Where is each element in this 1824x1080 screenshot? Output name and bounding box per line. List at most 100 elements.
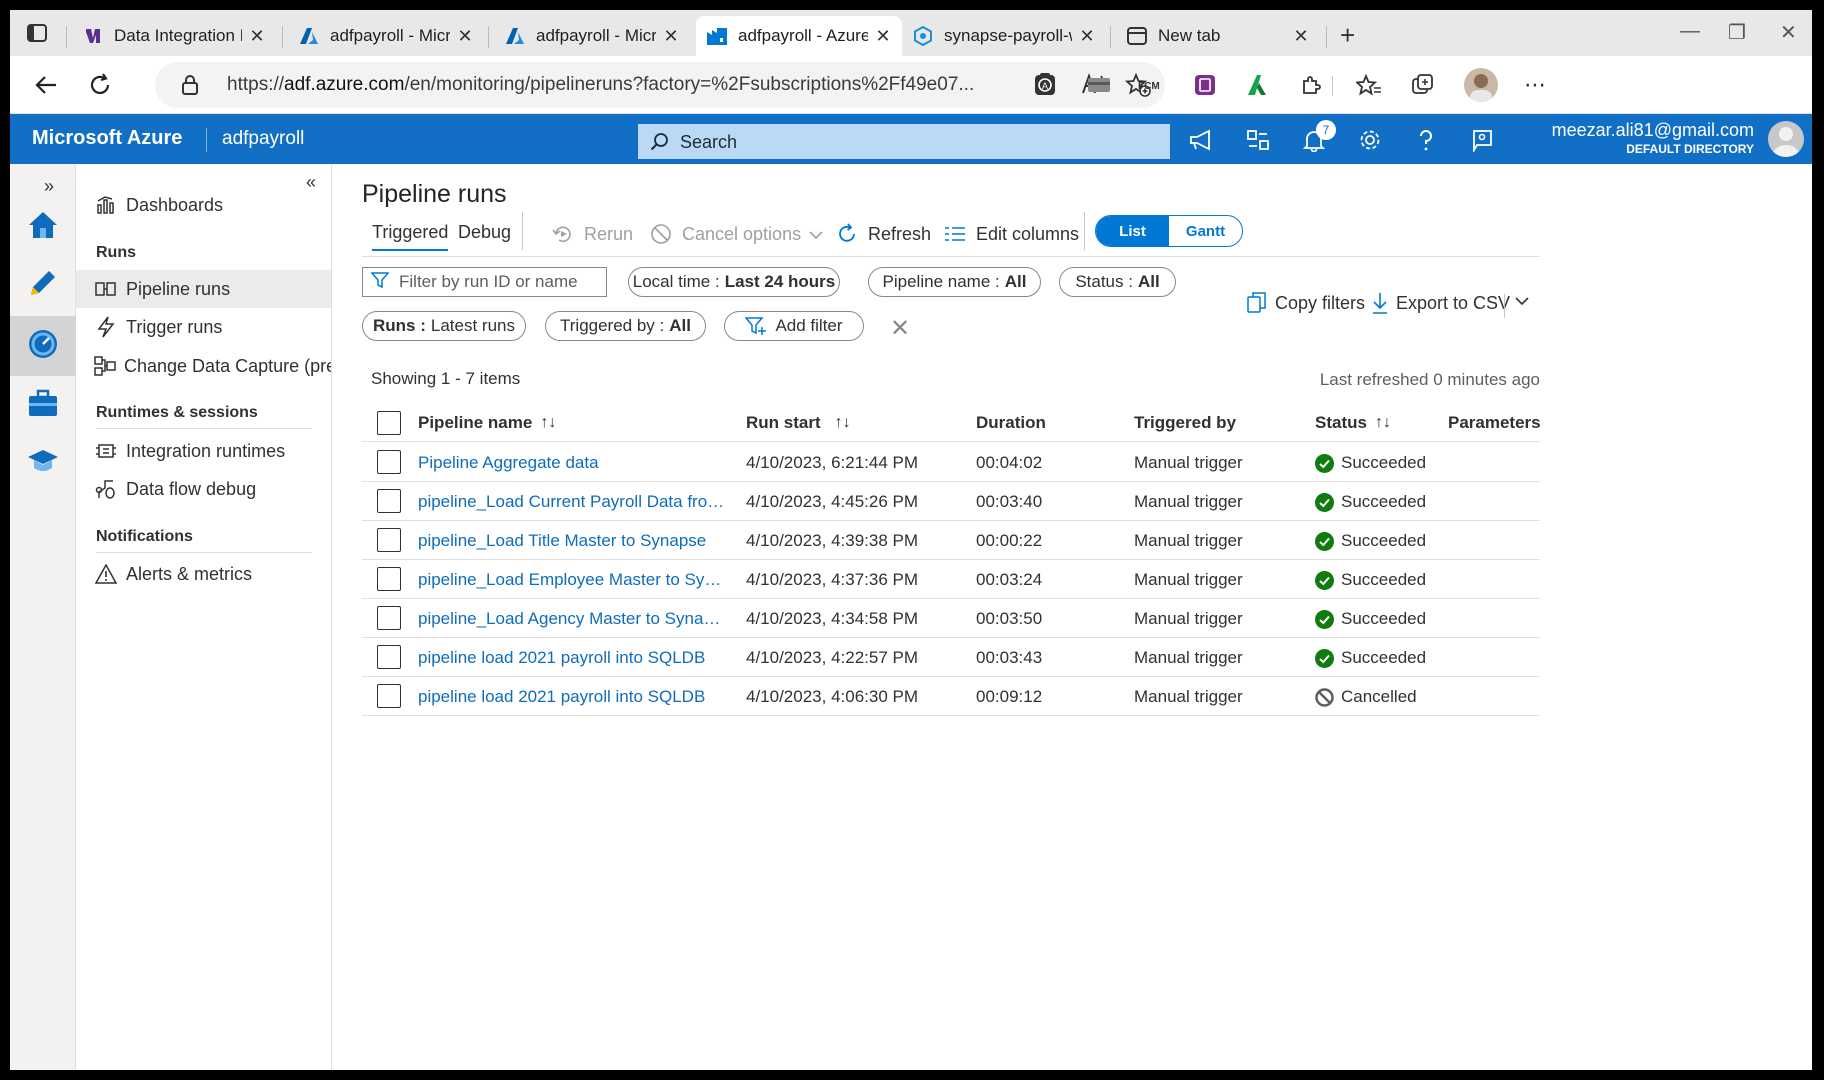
close-window-icon[interactable]: ✕ [1780,20,1797,45]
copy-filters-button[interactable]: Copy filters [1247,292,1365,314]
pipeline-name-link[interactable]: pipeline_Load Title Master to Synapse [418,531,706,551]
extensions-puzzle-icon[interactable] [1296,70,1326,100]
pipeline-name-link[interactable]: Pipeline Aggregate data [418,453,599,473]
column-triggered-by[interactable]: Triggered by [1134,413,1236,433]
extension-a-icon[interactable]: A [1030,70,1060,100]
status-cell[interactable]: Succeeded [1315,492,1426,512]
rail-monitor[interactable] [10,316,76,376]
close-tab-icon[interactable]: ✕ [1292,26,1310,47]
runs-filter-pill[interactable]: Runs : Latest runs [362,311,526,341]
minimize-icon[interactable]: — [1680,20,1700,43]
pipeline-name-link[interactable]: pipeline load 2021 payroll into SQLDB [418,648,705,668]
lock-icon[interactable] [181,75,199,100]
rail-learning[interactable] [10,434,76,492]
settings-gear-icon[interactable] [1356,126,1384,154]
pipeline-name-link[interactable]: pipeline load 2021 payroll into SQLDB [418,687,705,707]
run-filter-input[interactable] [399,272,599,292]
status-cell[interactable]: Cancelled [1315,687,1417,707]
row-checkbox[interactable] [377,528,401,552]
tab-actions-icon[interactable] [24,21,50,45]
table-row[interactable]: pipeline_Load Current Payroll Data from … [362,482,1540,521]
extension-green-a-icon[interactable] [1242,70,1272,100]
expand-rail-icon[interactable]: » [44,176,54,197]
row-checkbox[interactable] [377,606,401,630]
browser-tab[interactable]: adfpayroll - Microso ✕ [288,16,484,56]
feedback-icon[interactable] [1468,126,1496,154]
row-checkbox[interactable] [377,489,401,513]
rail-home[interactable] [10,198,76,256]
browser-tab[interactable]: adfpayroll - Microso ✕ [494,16,690,56]
column-pipeline-name[interactable]: Pipeline name ↑↓ [418,413,556,433]
browser-tab[interactable]: synapse-payroll-ws ✕ [902,16,1106,56]
row-checkbox[interactable] [377,450,401,474]
switch-directory-icon[interactable] [1244,126,1272,154]
table-row[interactable]: pipeline_Load Agency Master to Synapse 4… [362,599,1540,638]
profile-avatar[interactable] [1464,68,1498,102]
refresh-icon[interactable] [84,69,116,101]
local-time-filter-pill[interactable]: Local time : Last 24 hours [628,267,840,297]
table-row[interactable]: Pipeline Aggregate data 4/10/2023, 6:21:… [362,443,1540,482]
clear-filters-icon[interactable]: ✕ [890,314,910,343]
new-tab-plus-icon[interactable]: + [1340,20,1355,51]
status-filter-pill[interactable]: Status : All [1059,267,1176,297]
status-cell[interactable]: Succeeded [1315,609,1426,629]
pipeline-name-link[interactable]: pipeline_Load Agency Master to Synapse [418,609,728,629]
table-row[interactable]: pipeline_Load Title Master to Synapse 4/… [362,521,1540,560]
tab-debug[interactable]: Debug [458,222,511,243]
nav-change-data-capture[interactable]: Change Data Capture (previ... [76,347,331,385]
table-row[interactable]: pipeline_Load Employee Master to Synpase… [362,560,1540,599]
collections-icon[interactable] [1408,70,1438,100]
status-cell[interactable]: Succeeded [1315,531,1426,551]
extension-card-icon[interactable] [1084,70,1114,100]
back-arrow-icon[interactable] [30,69,62,101]
sort-arrows-icon[interactable]: ↑↓ [1375,414,1391,432]
close-tab-icon[interactable]: ✕ [248,26,266,47]
extension-fcm-icon[interactable]: FCM [1136,70,1166,100]
export-csv-button[interactable]: Export to CSV [1372,292,1510,314]
pipeline-name-link[interactable]: pipeline_Load Current Payroll Data from … [418,492,728,512]
refresh-button[interactable]: Refresh [836,218,931,250]
help-icon[interactable] [1412,126,1440,154]
rail-manage[interactable] [10,376,76,434]
status-cell[interactable]: Succeeded [1315,648,1426,668]
nav-integration-runtimes[interactable]: Integration runtimes [76,432,331,470]
select-all-checkbox[interactable] [377,411,401,435]
run-filter-input-box[interactable] [362,267,607,297]
gantt-view-button[interactable]: Gantt [1169,216,1242,246]
browser-tab[interactable]: Data Integration Pip ✕ [72,16,276,56]
brand-link[interactable]: Microsoft Azure [32,127,182,150]
close-tab-icon[interactable]: ✕ [456,26,474,47]
column-run-start[interactable]: Run start ↑↓ [746,413,851,433]
address-bar[interactable]: https://adf.azure.com/en/monitoring/pipe… [155,62,1165,108]
extension-onenote-icon[interactable] [1190,70,1220,100]
nav-trigger-runs[interactable]: Trigger runs [76,308,331,346]
list-view-button[interactable]: List [1096,216,1169,246]
global-search-box[interactable]: Search [638,124,1170,159]
edit-columns-button[interactable]: Edit columns [944,218,1079,250]
tab-triggered[interactable]: Triggered [372,222,449,251]
pipeline-name-link[interactable]: pipeline_Load Employee Master to Synpase [418,570,728,590]
row-checkbox[interactable] [377,567,401,591]
account-avatar-icon[interactable] [1768,121,1804,157]
column-duration[interactable]: Duration [976,413,1046,433]
sort-arrows-icon[interactable]: ↑↓ [835,414,851,432]
row-checkbox[interactable] [377,645,401,669]
column-status[interactable]: Status ↑↓ [1315,413,1391,433]
rail-author[interactable] [10,256,76,314]
cancel-options-button[interactable]: Cancel options [650,218,823,250]
sort-arrows-icon[interactable]: ↑↓ [540,414,556,432]
close-tab-icon[interactable]: ✕ [662,26,680,47]
browser-tab[interactable]: New tab ✕ [1116,16,1320,56]
nav-dashboards[interactable]: Dashboards [76,186,331,224]
close-tab-icon[interactable]: ✕ [874,26,892,47]
nav-alerts-metrics[interactable]: Alerts & metrics [76,555,331,593]
add-filter-button[interactable]: Add filter [724,311,864,341]
column-parameters[interactable]: Parameters [1448,413,1541,433]
export-chevron-down-icon[interactable] [1514,294,1530,312]
nav-pipeline-runs[interactable]: Pipeline runs [76,270,331,308]
rerun-button[interactable]: Rerun [552,218,633,250]
nav-data-flow-debug[interactable]: Data flow debug [76,470,331,508]
table-row[interactable]: pipeline load 2021 payroll into SQLDB 4/… [362,677,1540,716]
status-cell[interactable]: Succeeded [1315,453,1426,473]
close-tab-icon[interactable]: ✕ [1078,26,1096,47]
